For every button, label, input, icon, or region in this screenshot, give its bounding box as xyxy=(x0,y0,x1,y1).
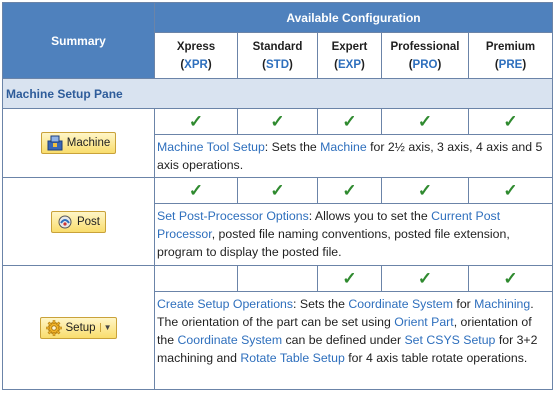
button-label: Setup xyxy=(65,321,96,334)
description-text: can be defined under xyxy=(282,333,405,347)
edition-header-pre: Premium (PRE) xyxy=(468,32,553,79)
edition-name: Expert xyxy=(331,40,368,53)
description-link[interactable]: Coordinate System xyxy=(348,297,453,311)
check-cell-xpr: ✓ xyxy=(154,108,238,135)
check-cell-exp: ✓ xyxy=(317,177,382,204)
edition-name: Premium xyxy=(485,40,536,53)
check-icon: ✓ xyxy=(503,268,518,288)
edition-code: (XPR) xyxy=(180,58,212,71)
edition-name: Professional xyxy=(390,40,460,53)
check-cell-pre: ✓ xyxy=(468,108,553,135)
check-icon: ✓ xyxy=(342,111,357,131)
description-text: : Sets the xyxy=(293,297,349,311)
edition-code: (PRO) xyxy=(408,58,442,71)
description-link[interactable]: Machining xyxy=(474,297,530,311)
check-cell-pre: ✓ xyxy=(468,177,553,204)
post-button[interactable]: Post xyxy=(50,210,106,233)
summary-header: Summary xyxy=(2,2,155,79)
description-link[interactable]: Rotate Table Setup xyxy=(240,351,344,365)
check-icon: ✓ xyxy=(417,180,433,200)
edition-code-value: XPR xyxy=(184,58,208,71)
available-configuration-header: Available Configuration xyxy=(154,2,553,33)
check-icon: ✓ xyxy=(503,111,518,131)
description-text: : Sets the xyxy=(264,140,321,154)
feature-row-checks: Post ✓ ✓ ✓ ✓ ✓ xyxy=(2,177,553,266)
feature-row-checks: Setup ▼ ✓ ✓ ✓ xyxy=(2,265,553,390)
edition-code-value: PRE xyxy=(498,58,523,71)
description-text: for xyxy=(452,297,475,311)
edition-header-xpr: Xpress (XPR) xyxy=(154,32,238,79)
machine-button[interactable]: Machine xyxy=(40,132,117,154)
check-cell-pre: ✓ xyxy=(468,265,553,292)
check-icon: ✓ xyxy=(503,180,518,200)
button-label: Post xyxy=(76,215,100,228)
chevron-down-icon[interactable]: ▼ xyxy=(99,323,111,332)
post-icon xyxy=(57,214,73,230)
description-link[interactable]: Coordinate System xyxy=(178,333,283,347)
button-label: Machine xyxy=(66,137,111,149)
description-text: for 4 axis table rotate operations. xyxy=(344,351,528,365)
machine-icon xyxy=(47,135,63,151)
edition-header-pro: Professional (PRO) xyxy=(381,32,469,79)
check-cell-std: ✓ xyxy=(237,177,318,204)
check-cell-std: ✓ xyxy=(237,108,318,135)
feature-description: Create Setup Operations: Sets the Coordi… xyxy=(154,291,553,390)
description-link[interactable]: Set CSYS Setup xyxy=(404,333,495,347)
description-link[interactable]: Orient Part xyxy=(394,315,453,329)
description-link[interactable]: Set Post-Processor Options xyxy=(157,209,309,223)
edition-header-std: Standard (STD) xyxy=(237,32,318,79)
description-link[interactable]: Machine Tool Setup xyxy=(157,140,265,154)
check-cell-exp: ✓ xyxy=(317,108,382,135)
setup-gear-icon xyxy=(45,319,62,336)
check-cell-xpr: ✓ xyxy=(154,177,238,204)
check-cell-exp: ✓ xyxy=(317,265,382,292)
section-row: Machine Setup Pane xyxy=(2,78,553,109)
configuration-table: Summary Available Configuration Xpress (X… xyxy=(2,2,553,390)
feature-button-cell: Post xyxy=(2,177,155,266)
check-icon: ✓ xyxy=(342,268,357,288)
description-link[interactable]: Machine xyxy=(320,140,366,154)
setup-button[interactable]: Setup ▼ xyxy=(39,316,118,339)
edition-name: Xpress xyxy=(176,40,216,53)
feature-description: Set Post-Processor Options: Allows you t… xyxy=(154,203,553,266)
edition-code-value: STD xyxy=(266,58,289,71)
check-icon: ✓ xyxy=(270,111,285,131)
edition-code: (PRE) xyxy=(494,58,527,71)
check-icon: ✓ xyxy=(270,180,285,200)
feature-button-cell: Machine xyxy=(2,108,155,178)
check-icon: ✓ xyxy=(417,268,433,288)
check-icon: ✓ xyxy=(188,180,204,200)
edition-code: (EXP) xyxy=(334,58,365,71)
edition-header-exp: Expert (EXP) xyxy=(317,32,382,79)
description-text: : Allows you to set the xyxy=(308,209,432,223)
check-cell-std xyxy=(237,265,318,292)
check-cell-pro: ✓ xyxy=(381,265,469,292)
feature-row-checks: Machine ✓ ✓ ✓ ✓ ✓ xyxy=(2,108,553,178)
check-cell-xpr xyxy=(154,265,238,292)
check-icon: ✓ xyxy=(342,180,357,200)
edition-code-value: PRO xyxy=(412,58,438,71)
check-cell-pro: ✓ xyxy=(381,108,469,135)
edition-code-value: EXP xyxy=(337,58,361,71)
section-title: Machine Setup Pane xyxy=(2,78,553,109)
edition-code: (STD) xyxy=(262,58,293,71)
edition-name: Standard xyxy=(252,40,303,53)
feature-description: Machine Tool Setup: Sets the Machine for… xyxy=(154,134,553,178)
check-cell-pro: ✓ xyxy=(381,177,469,204)
feature-button-cell: Setup ▼ xyxy=(2,265,155,390)
description-link[interactable]: Create Setup Operations xyxy=(157,297,293,311)
check-icon: ✓ xyxy=(188,111,204,131)
check-icon: ✓ xyxy=(417,111,433,131)
